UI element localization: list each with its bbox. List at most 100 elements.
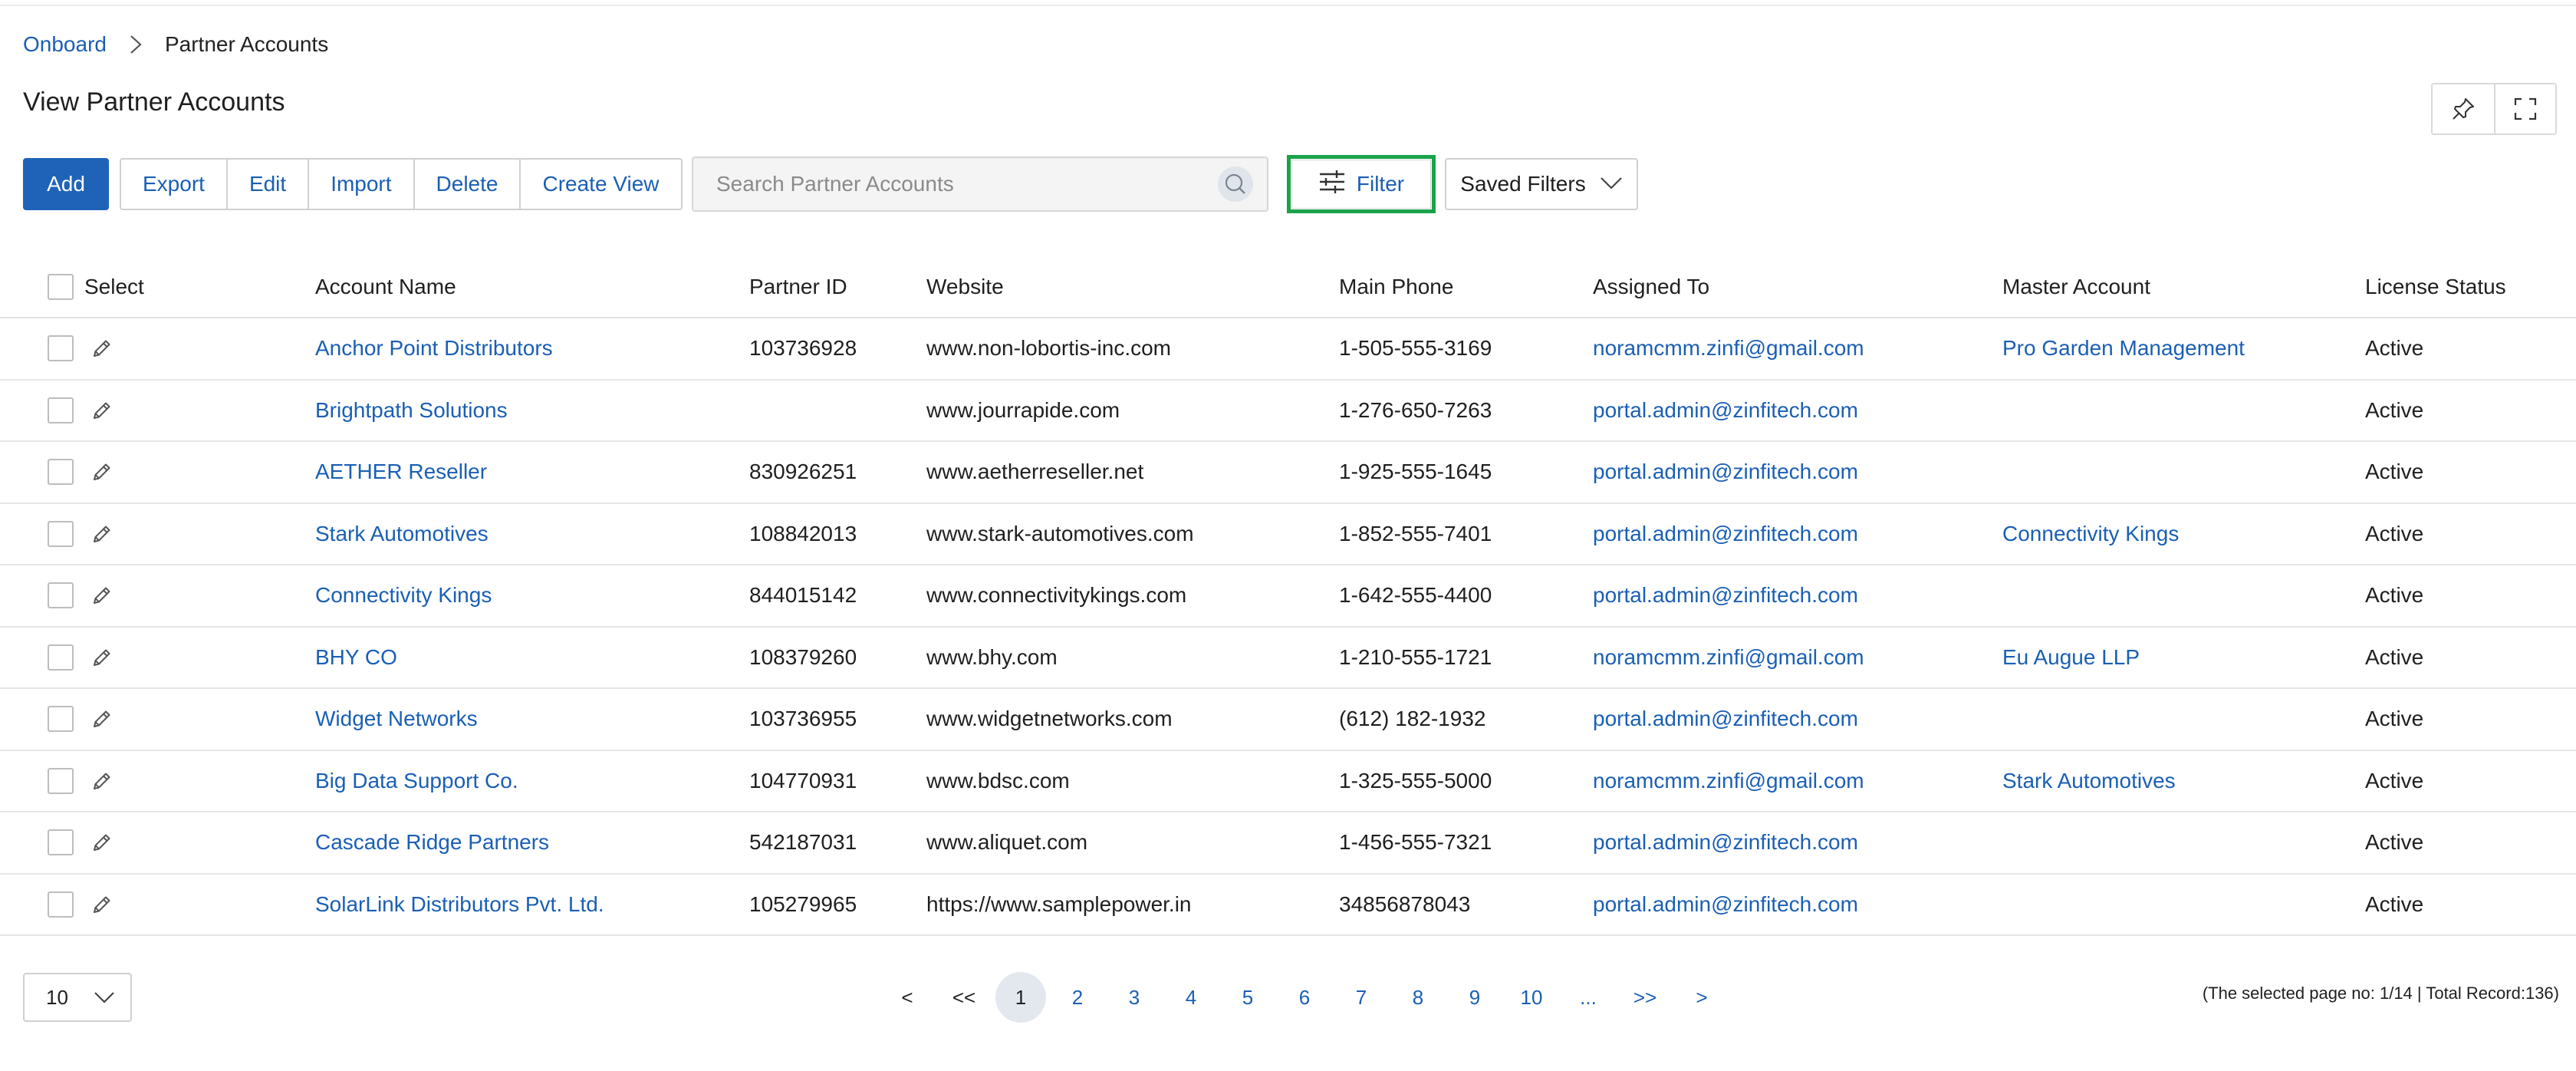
table-header: Select Account Name Partner ID Website M…	[0, 257, 2576, 318]
row-checkbox[interactable]	[48, 565, 74, 626]
account-name-cell[interactable]: Big Data Support Co.	[315, 751, 518, 812]
table-row: Cascade Ridge Partners 542187031 www.aliqu…	[0, 812, 2576, 875]
column-header-account-name[interactable]: Account Name	[315, 257, 456, 317]
row-checkbox[interactable]	[48, 442, 74, 503]
search-input[interactable]	[693, 158, 1218, 210]
page-number-button[interactable]: 7	[1336, 972, 1387, 1023]
pencil-icon[interactable]	[87, 318, 117, 379]
master-account-cell[interactable]: Eu Augue LLP	[2002, 628, 2140, 688]
assigned-to-cell[interactable]: portal.admin@zinfitech.com	[1593, 381, 1858, 441]
add-button[interactable]: Add	[23, 158, 109, 210]
pin-icon[interactable]	[2433, 84, 2494, 133]
assigned-to-cell[interactable]: noramcmm.zinfi@gmail.com	[1593, 318, 1864, 379]
pencil-icon[interactable]	[87, 504, 117, 565]
table-row: Anchor Point Distributors 103736928 www.no…	[0, 318, 2576, 381]
main-phone-cell: 1-456-555-7321	[1339, 830, 1492, 855]
page-number-button[interactable]: 1	[995, 972, 1046, 1023]
account-name-cell[interactable]: Anchor Point Distributors	[315, 318, 553, 379]
page-size-select[interactable]: 10	[23, 973, 132, 1022]
delete-button[interactable]: Delete	[413, 160, 520, 209]
page-number-button[interactable]: 5	[1222, 972, 1273, 1023]
assigned-to-cell[interactable]: portal.admin@zinfitech.com	[1593, 689, 1858, 750]
page-number-button[interactable]: 2	[1052, 972, 1103, 1023]
row-checkbox[interactable]	[48, 318, 74, 379]
page-number-button[interactable]: 10	[1506, 972, 1557, 1023]
table-row: AETHER Reseller 830926251 www.aetherresell…	[0, 442, 2576, 504]
column-header-license-status[interactable]: License Status	[2365, 257, 2506, 317]
assigned-to-cell[interactable]: portal.admin@zinfitech.com	[1593, 812, 1858, 873]
account-name-cell[interactable]: Connectivity Kings	[315, 565, 492, 626]
page-number-button[interactable]: 6	[1279, 972, 1330, 1023]
edit-button[interactable]: Edit	[225, 160, 308, 209]
breadcrumb-onboard-link[interactable]: Onboard	[23, 32, 107, 57]
row-checkbox[interactable]	[48, 381, 74, 441]
column-header-website[interactable]: Website	[926, 257, 1004, 317]
account-name-cell[interactable]: Widget Networks	[315, 689, 478, 750]
assigned-to-cell[interactable]: noramcmm.zinfi@gmail.com	[1593, 628, 1864, 688]
row-checkbox[interactable]	[48, 689, 74, 750]
row-checkbox[interactable]	[48, 812, 74, 873]
pencil-icon[interactable]	[87, 565, 117, 626]
partner-id-cell: 105279965	[749, 891, 857, 916]
license-status-cell: Active	[2365, 336, 2424, 361]
website-cell: https://www.samplepower.in	[926, 891, 1192, 916]
search-icon[interactable]	[1218, 166, 1253, 202]
search-box	[692, 157, 1268, 212]
page-number-button[interactable]: 9	[1449, 972, 1500, 1023]
partner-accounts-table: Select Account Name Partner ID Website M…	[0, 257, 2576, 936]
export-button[interactable]: Export	[121, 160, 226, 209]
column-header-partner-id[interactable]: Partner ID	[749, 257, 847, 317]
pencil-icon[interactable]	[87, 628, 117, 688]
account-name-cell[interactable]: Cascade Ridge Partners	[315, 812, 549, 873]
assigned-to-cell[interactable]: noramcmm.zinfi@gmail.com	[1593, 751, 1864, 812]
next-page-button[interactable]: >	[1676, 972, 1727, 1023]
column-header-assigned-to[interactable]: Assigned To	[1593, 257, 1709, 317]
master-account-cell[interactable]: Pro Garden Management	[2002, 318, 2245, 379]
master-account-cell[interactable]: Stark Automotives	[2002, 751, 2176, 812]
account-name-cell[interactable]: Stark Automotives	[315, 504, 489, 565]
pencil-icon[interactable]	[87, 442, 117, 503]
assigned-to-cell[interactable]: portal.admin@zinfitech.com	[1593, 875, 1858, 935]
select-all-checkbox[interactable]	[48, 257, 74, 317]
master-account-cell[interactable]: Connectivity Kings	[2002, 504, 2179, 565]
row-checkbox[interactable]	[48, 628, 74, 688]
pencil-icon[interactable]	[87, 875, 117, 935]
page-number-button[interactable]: 4	[1166, 972, 1216, 1023]
pencil-icon[interactable]	[87, 812, 117, 873]
license-status-cell: Active	[2365, 707, 2424, 731]
website-cell: www.bhy.com	[926, 644, 1058, 669]
account-name-cell[interactable]: SolarLink Distributors Pvt. Ltd.	[315, 875, 604, 935]
row-checkbox[interactable]	[48, 751, 74, 812]
account-name-cell[interactable]: Brightpath Solutions	[315, 381, 508, 441]
assigned-to-cell[interactable]: portal.admin@zinfitech.com	[1593, 442, 1858, 503]
column-header-main-phone[interactable]: Main Phone	[1339, 257, 1453, 317]
last-page-button[interactable]: >>	[1620, 972, 1670, 1023]
license-status-cell: Active	[2365, 397, 2424, 422]
column-header-master-account[interactable]: Master Account	[2002, 257, 2150, 317]
fullscreen-icon[interactable]	[2494, 84, 2555, 133]
row-checkbox[interactable]	[48, 875, 74, 935]
assigned-to-cell[interactable]: portal.admin@zinfitech.com	[1593, 504, 1858, 565]
saved-filters-dropdown[interactable]: Saved Filters	[1445, 158, 1638, 210]
first-page-button[interactable]: <<	[939, 972, 989, 1023]
breadcrumb-current: Partner Accounts	[164, 32, 329, 56]
pencil-icon[interactable]	[87, 689, 117, 750]
row-checkbox[interactable]	[48, 504, 74, 565]
main-phone-cell: (612) 182-1932	[1339, 707, 1486, 731]
assigned-to-cell[interactable]: portal.admin@zinfitech.com	[1593, 565, 1858, 626]
website-cell: www.connectivitykings.com	[926, 583, 1187, 608]
main-phone-cell: 1-210-555-1721	[1339, 644, 1492, 669]
page-number-button[interactable]: 3	[1109, 972, 1160, 1023]
pagination-ellipsis[interactable]: ...	[1563, 972, 1614, 1023]
account-name-cell[interactable]: AETHER Reseller	[315, 442, 487, 503]
create-view-button[interactable]: Create View	[519, 160, 680, 209]
prev-page-button[interactable]: <	[882, 972, 933, 1023]
pencil-icon[interactable]	[87, 751, 117, 812]
partner-id-cell: 104770931	[749, 768, 857, 793]
chevron-down-icon	[1600, 172, 1623, 196]
import-button[interactable]: Import	[308, 160, 413, 209]
page-number-button[interactable]: 8	[1393, 972, 1443, 1023]
pencil-icon[interactable]	[87, 381, 117, 441]
license-status-cell: Active	[2365, 460, 2424, 484]
account-name-cell[interactable]: BHY CO	[315, 628, 397, 688]
